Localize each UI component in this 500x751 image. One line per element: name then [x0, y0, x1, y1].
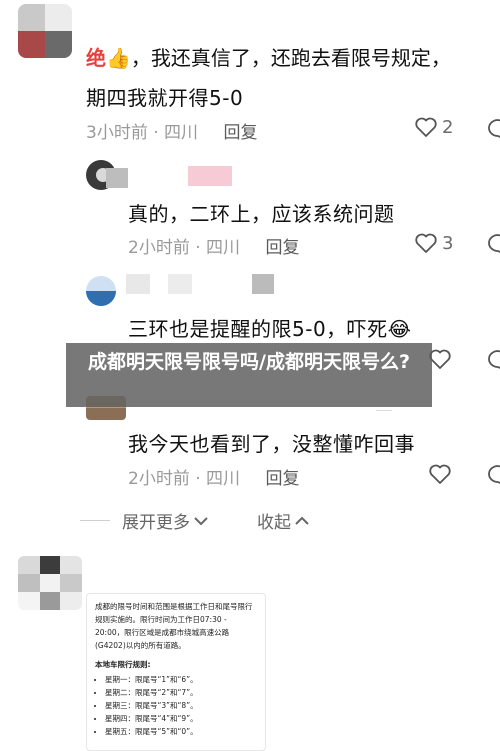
username-blurred	[168, 274, 192, 294]
like-button[interactable]: 3	[414, 232, 453, 254]
notice-rule: 星期一：限尾号“1”和“6”。	[105, 673, 257, 686]
notice-rule: 星期二：限尾号“2”和“7”。	[105, 686, 257, 699]
expand-more-button[interactable]: 展开更多	[122, 508, 190, 533]
heart-icon	[429, 464, 451, 484]
reply-button[interactable]: 回复	[223, 123, 257, 143]
comment-bubble-icon[interactable]	[486, 463, 500, 487]
comment-time: 3小时前	[86, 123, 148, 143]
comment-location: 四川	[164, 123, 199, 143]
notice-paragraph: 成都的限号时间和范围是根据工作日和尾号限行规则实施的。限行时间为工作日07:30…	[95, 602, 253, 650]
collapse-button[interactable]: 收起	[257, 508, 291, 533]
avatar[interactable]	[18, 4, 72, 58]
expand-collapse-row: 展开更多 收起	[80, 508, 310, 533]
username-prefix: 绝	[86, 46, 106, 70]
notice-rule: 星期五：限尾号“5”和“0”。	[105, 725, 257, 738]
title-overlay-banner: 成都明天限号限号吗/成都明天限号么?	[66, 343, 432, 407]
username-blurred	[106, 168, 128, 188]
meta-separator: ·	[153, 123, 159, 143]
notice-rules-list: 星期一：限尾号“1”和“6”。 星期二：限尾号“2”和“7”。 星期三：限尾号“…	[95, 673, 257, 738]
comment-location: 四川	[206, 469, 241, 489]
comment-text: 期四我就开得5-0	[86, 86, 244, 110]
chevron-down-icon[interactable]	[193, 515, 209, 527]
comment-text-body: 三环也是提醒的限5-0，吓死	[128, 317, 388, 341]
like-button[interactable]	[428, 463, 452, 485]
attached-image-notice[interactable]: 成都的限号时间和范围是根据工作日和尾号限行规则实施的。限行时间为工作日07:30…	[86, 593, 266, 751]
laughing-emoji: 😂	[387, 317, 412, 341]
meta-separator: ·	[195, 238, 201, 258]
meta-separator: ·	[195, 469, 201, 489]
comment-bubble-icon[interactable]	[486, 117, 500, 141]
username-blurred	[126, 274, 150, 294]
comment-text: ，我还真信了，还跑去看限号规定，	[130, 46, 451, 70]
comment-time: 2小时前	[128, 238, 190, 258]
divider-line	[80, 520, 110, 521]
avatar[interactable]	[86, 276, 116, 306]
comment-meta: 2小时前 · 四川 回复	[128, 233, 299, 258]
comment-bubble-icon[interactable]	[486, 232, 500, 256]
comment-text: 三环也是提醒的限5-0，吓死😂	[128, 313, 412, 342]
notice-rules-title: 本地车限行规则:	[95, 660, 151, 669]
heart-icon	[415, 233, 437, 253]
comment-location: 四川	[206, 238, 241, 258]
heart-icon	[415, 117, 437, 137]
comment-time: 2小时前	[128, 469, 190, 489]
like-button[interactable]: 2	[414, 116, 453, 138]
thumbs-up-emoji: 👍	[106, 46, 131, 70]
comment-meta: 3小时前 · 四川 回复	[86, 118, 257, 143]
reply-button[interactable]: 回复	[265, 469, 299, 489]
like-count: 3	[442, 232, 454, 254]
chevron-up-icon[interactable]	[294, 515, 310, 527]
comment-text: 真的，二环上，应该系统问题	[128, 202, 395, 226]
username-blurred	[188, 166, 232, 186]
notice-rule: 星期四：限尾号“4”和“9”。	[105, 712, 257, 725]
comment-bubble-icon[interactable]	[486, 348, 500, 372]
comment-meta: 2小时前 · 四川 回复	[128, 464, 299, 489]
comment-1-line-1: 绝👍，我还真信了，还跑去看限号规定，	[86, 42, 451, 71]
comment-text: 我今天也看到了，没整懂咋回事	[128, 432, 415, 456]
like-count: 2	[442, 116, 454, 138]
reply-button[interactable]: 回复	[265, 238, 299, 258]
notice-rule: 星期三：限尾号“3”和“8”。	[105, 699, 257, 712]
username-blurred	[252, 274, 274, 294]
divider	[376, 410, 392, 411]
avatar[interactable]	[18, 556, 82, 610]
